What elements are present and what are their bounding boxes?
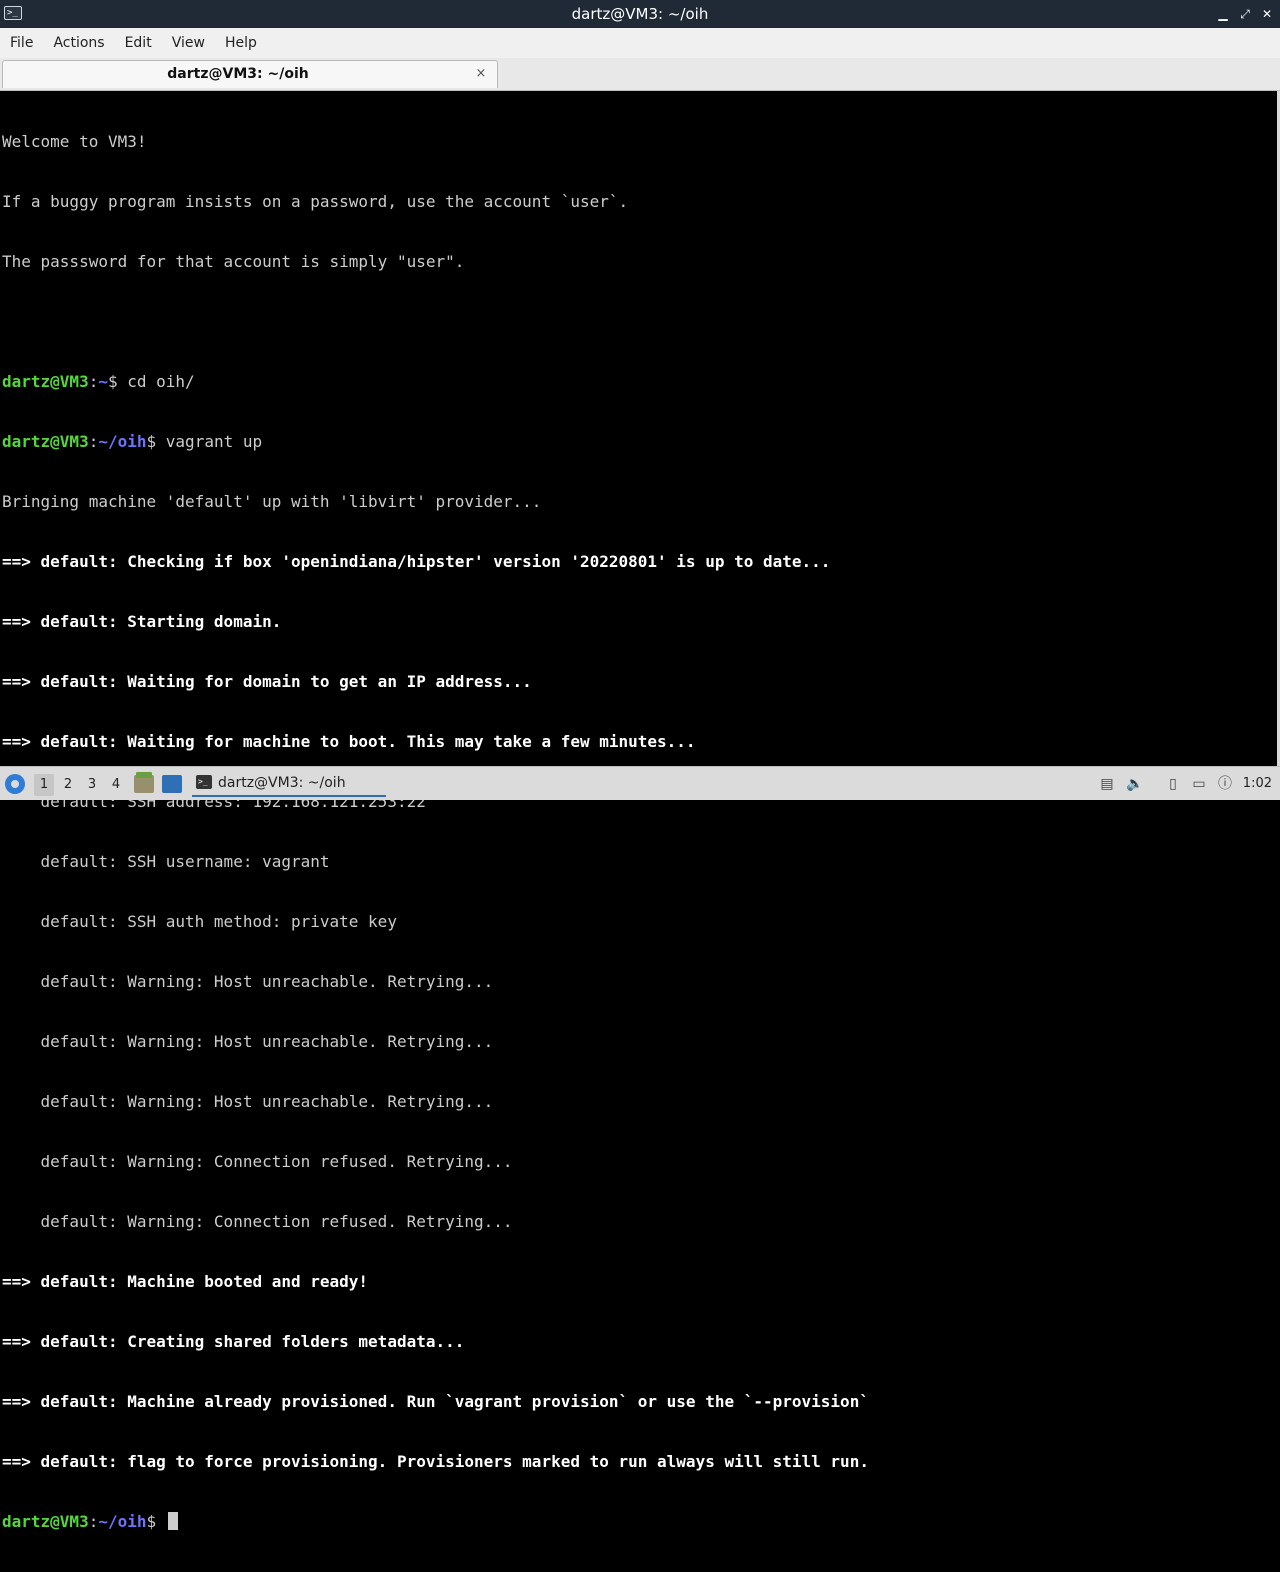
prompt-user: dartz@VM3 bbox=[2, 1512, 89, 1531]
vagrant-status-line: ==> default: Machine already provisioned… bbox=[2, 1392, 869, 1411]
menu-bar: File Actions Edit View Help bbox=[0, 28, 1280, 58]
prompt-separator: : bbox=[88, 372, 99, 391]
prompt-path: ~ bbox=[98, 372, 108, 391]
prompt-command bbox=[156, 1512, 166, 1531]
workspace-1-button[interactable]: 1 bbox=[34, 774, 54, 796]
vagrant-status-line: ==> default: Checking if box 'openindian… bbox=[2, 552, 831, 571]
prompt-line: dartz@VM3:~/oih$ bbox=[2, 1512, 869, 1532]
prompt-command: cd oih/ bbox=[117, 372, 195, 391]
taskbar-terminal-item[interactable]: >_ dartz@VM3: ~/oih bbox=[192, 771, 386, 797]
window-controls: ▁ ⤢ ✕ bbox=[1216, 0, 1274, 28]
start-menu-icon[interactable] bbox=[5, 774, 25, 794]
vagrant-detail-line: default: SSH auth method: private key bbox=[2, 912, 397, 931]
tab-bar: dartz@VM3: ~/oih × bbox=[0, 58, 1280, 91]
terminal-line: Welcome to VM3! bbox=[2, 132, 147, 151]
tab-label: dartz@VM3: ~/oih bbox=[167, 66, 309, 82]
vagrant-detail-line: default: Warning: Connection refused. Re… bbox=[2, 1212, 513, 1231]
show-desktop-icon[interactable] bbox=[162, 775, 182, 793]
prompt-line: dartz@VM3:~$ cd oih/ bbox=[2, 372, 869, 392]
vagrant-status-line: ==> default: Starting domain. bbox=[2, 612, 282, 631]
workspace-2-button[interactable]: 2 bbox=[58, 774, 78, 796]
prompt-dollar: $ bbox=[146, 432, 157, 451]
taskbar-item-label: dartz@VM3: ~/oih bbox=[218, 775, 346, 791]
terminal-line: If a buggy program insists on a password… bbox=[2, 192, 629, 211]
tab-close-icon[interactable]: × bbox=[473, 64, 489, 84]
window-title: dartz@VM3: ~/oih bbox=[571, 5, 709, 23]
prompt-separator: : bbox=[88, 432, 99, 451]
menu-edit[interactable]: Edit bbox=[115, 28, 162, 58]
menu-file[interactable]: File bbox=[0, 28, 43, 58]
prompt-user: dartz@VM3 bbox=[2, 372, 89, 391]
minimize-icon[interactable]: ▁ bbox=[1216, 7, 1230, 21]
vagrant-status-line: ==> default: Creating shared folders met… bbox=[2, 1332, 465, 1351]
prompt-user: dartz@VM3 bbox=[2, 432, 89, 451]
terminal-task-icon: >_ bbox=[196, 775, 212, 789]
vagrant-status-line: ==> default: Machine booted and ready! bbox=[2, 1272, 369, 1291]
menu-view[interactable]: View bbox=[162, 28, 215, 58]
prompt-path: ~/oih bbox=[98, 1512, 147, 1531]
vagrant-detail-line: default: SSH username: vagrant bbox=[2, 852, 330, 871]
terminal-line: The passsword for that account is simply… bbox=[2, 252, 465, 271]
taskbar: 1 2 3 4 >_ dartz@VM3: ~/oih ▤ 🔈 ▯ ▭ ⓘ 1:… bbox=[0, 766, 1280, 800]
maximize-icon[interactable]: ⤢ bbox=[1238, 7, 1252, 21]
notes-icon[interactable]: ▯ bbox=[1164, 775, 1182, 793]
close-icon[interactable]: ✕ bbox=[1260, 7, 1274, 21]
vagrant-detail-line: default: Warning: Host unreachable. Retr… bbox=[2, 972, 494, 991]
workspace-4-button[interactable]: 4 bbox=[106, 774, 126, 796]
network-icon[interactable]: ▭ bbox=[1190, 775, 1208, 793]
prompt-dollar: $ bbox=[146, 1512, 157, 1531]
terminal-cursor[interactable] bbox=[167, 1512, 178, 1530]
vagrant-detail-line: default: Warning: Host unreachable. Retr… bbox=[2, 1032, 494, 1051]
terminal-text: Welcome to VM3! If a buggy program insis… bbox=[2, 92, 869, 1572]
clock[interactable]: 1:02 bbox=[1243, 767, 1272, 801]
volume-icon[interactable]: 🔈 bbox=[1126, 775, 1144, 793]
clipboard-icon[interactable]: ▤ bbox=[1098, 775, 1116, 793]
prompt-separator: : bbox=[88, 1512, 99, 1531]
menu-help[interactable]: Help bbox=[215, 28, 267, 58]
terminal-output[interactable]: Welcome to VM3! If a buggy program insis… bbox=[0, 91, 1280, 1531]
vagrant-status-line: ==> default: Waiting for machine to boot… bbox=[2, 732, 696, 751]
terminal-tab[interactable]: dartz@VM3: ~/oih × bbox=[2, 60, 498, 88]
workspace-3-button[interactable]: 3 bbox=[82, 774, 102, 796]
prompt-path: ~/oih bbox=[98, 432, 147, 451]
prompt-command: vagrant up bbox=[156, 432, 263, 451]
vagrant-status-line: ==> default: flag to force provisioning.… bbox=[2, 1452, 869, 1471]
file-manager-icon[interactable] bbox=[134, 772, 154, 793]
window-titlebar[interactable]: >_ dartz@VM3: ~/oih ▁ ⤢ ✕ bbox=[0, 0, 1280, 28]
vagrant-status-line: ==> default: Waiting for domain to get a… bbox=[2, 672, 532, 691]
vagrant-detail-line: default: Warning: Connection refused. Re… bbox=[2, 1152, 513, 1171]
update-notifier-icon[interactable]: ⓘ bbox=[1216, 775, 1234, 793]
menu-actions[interactable]: Actions bbox=[43, 28, 114, 58]
prompt-line: dartz@VM3:~/oih$ vagrant up bbox=[2, 432, 869, 452]
prompt-dollar: $ bbox=[107, 372, 118, 391]
terminal-line: Bringing machine 'default' up with 'libv… bbox=[2, 492, 542, 511]
vagrant-detail-line: default: Warning: Host unreachable. Retr… bbox=[2, 1092, 494, 1111]
